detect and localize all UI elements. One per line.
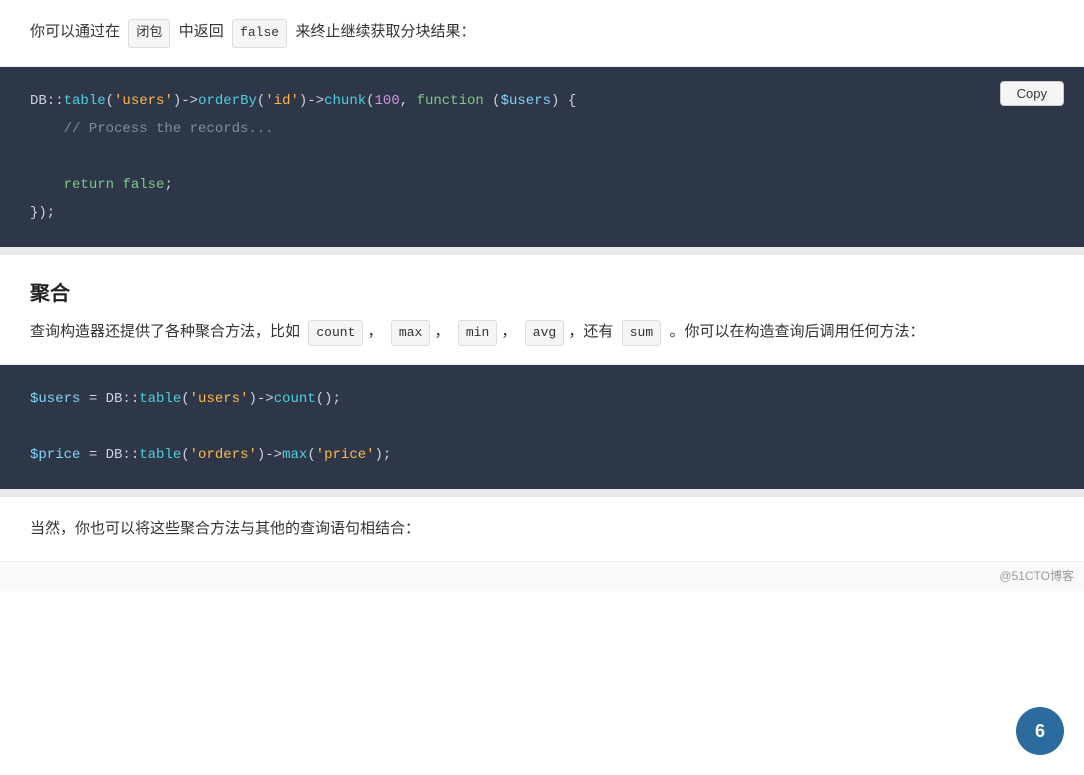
bottom-section: 当然，你也可以将这些聚合方法与其他的查询语句相结合：: [0, 497, 1084, 563]
method-min: min: [458, 320, 497, 346]
hasyou: ，还有: [568, 323, 613, 340]
aggregates-body: 查询构造器还提供了各种聚合方法，比如 count ， max ， min ， a…: [0, 319, 1084, 365]
code-block-2: $users = DB::table('users')->count(); $p…: [0, 365, 1084, 489]
comma2: ，: [434, 323, 449, 340]
footer-text: @51CTO博客: [999, 569, 1074, 583]
code-pre-2: $users = DB::table('users')->count(); $p…: [30, 385, 1054, 469]
code-block-1: Copy DB::table('users')->orderBy('id')->…: [0, 67, 1084, 247]
footer-note: @51CTO博客: [0, 562, 1084, 590]
aggregates-heading-section: 聚合: [0, 255, 1084, 319]
badge-false: false: [232, 19, 287, 48]
code-pre-1: DB::table('users')->orderBy('id')->chunk…: [30, 87, 1054, 227]
separator-2: [0, 489, 1084, 497]
intro-middle: 中返回: [179, 23, 224, 40]
intro-section: 你可以通过在 闭包 中返回 false 来终止继续获取分块结果：: [0, 0, 1084, 67]
separator-1: [0, 247, 1084, 255]
method-avg: avg: [525, 320, 564, 346]
badge-closure: 闭包: [128, 19, 170, 48]
watermark-badge: 6: [1016, 707, 1064, 755]
watermark-label: 6: [1035, 716, 1045, 747]
agg-desc-suffix: 。你可以在构造查询后调用任何方法：: [669, 323, 924, 340]
copy-button[interactable]: Copy: [1000, 81, 1064, 106]
method-count: count: [308, 320, 363, 346]
method-sum: sum: [622, 320, 661, 346]
aggregates-title: 聚合: [30, 277, 1054, 311]
method-max: max: [391, 320, 430, 346]
agg-desc-prefix: 查询构造器还提供了各种聚合方法，比如: [30, 323, 300, 340]
comma3: ，: [501, 323, 516, 340]
intro-suffix: 来终止继续获取分块结果：: [295, 23, 475, 40]
comma1: ，: [368, 323, 383, 340]
bottom-text: 当然，你也可以将这些聚合方法与其他的查询语句相结合：: [30, 520, 420, 537]
intro-prefix: 你可以通过在: [30, 23, 120, 40]
